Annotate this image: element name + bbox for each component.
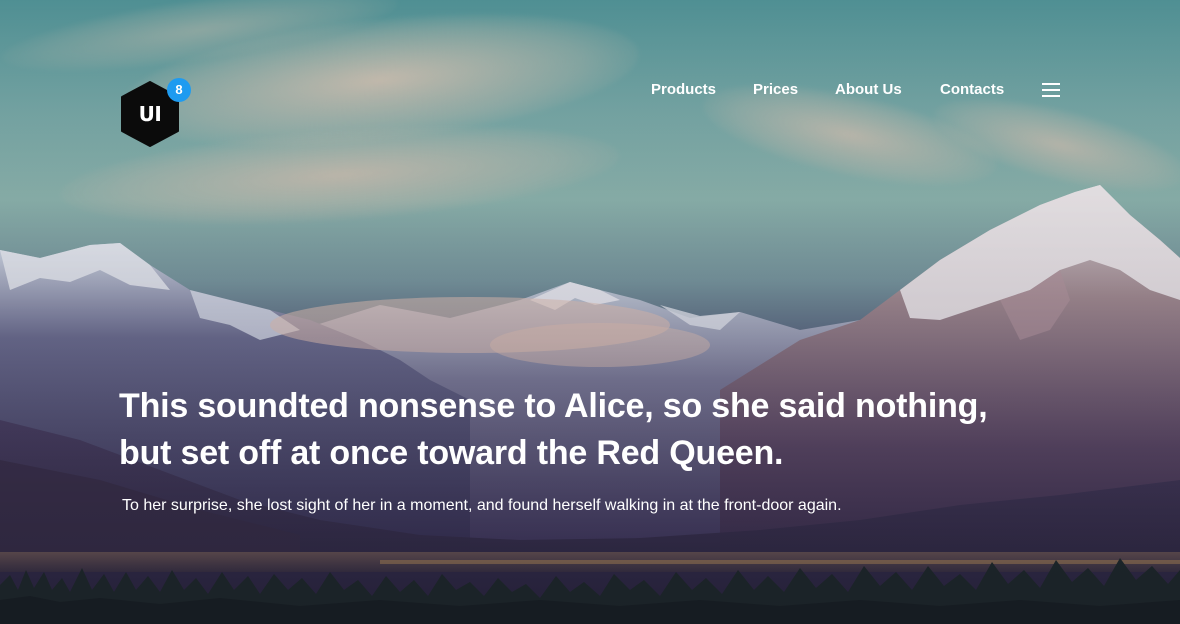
menu-bar (1042, 89, 1060, 91)
hero-subtext: To her surprise, she lost sight of her i… (122, 497, 842, 514)
notification-badge: 8 (167, 78, 191, 102)
hero-section: UI 8 Products Prices About Us Contacts T… (0, 0, 1180, 624)
nav-link-about-us[interactable]: About Us (835, 80, 902, 100)
nav-link-contacts[interactable]: Contacts (940, 80, 1004, 100)
nav-link-prices[interactable]: Prices (753, 80, 798, 100)
menu-bar (1042, 95, 1060, 97)
hero-headline: This soundted nonsense to Alice, so she … (119, 383, 1019, 477)
headline-line-1: This soundted nonsense to Alice, so she … (119, 387, 988, 425)
brand-logo[interactable]: UI 8 (119, 78, 191, 147)
nav-link-products[interactable]: Products (651, 80, 716, 100)
hamburger-menu-icon[interactable] (1042, 83, 1060, 97)
headline-line-2: but set off at once toward the Red Queen… (119, 434, 784, 472)
menu-bar (1042, 83, 1060, 85)
logo-text: UI (138, 102, 162, 126)
